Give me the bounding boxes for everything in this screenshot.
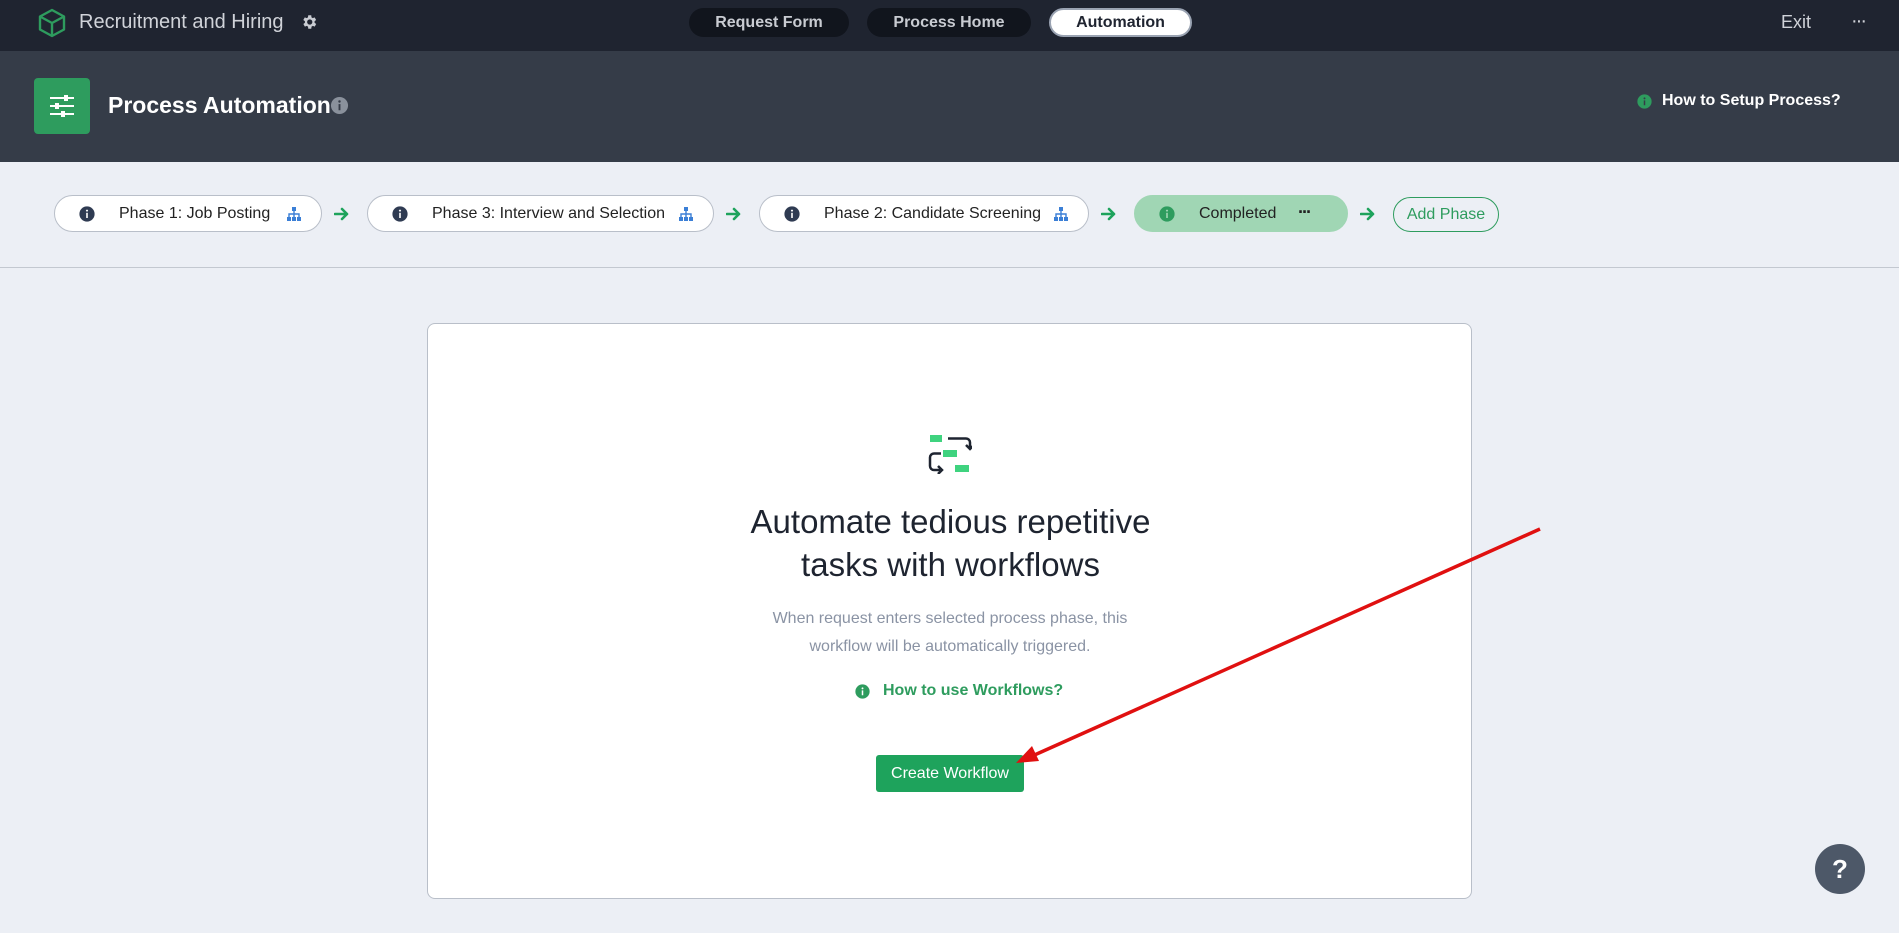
phase-pill-job-posting[interactable]: Phase 1: Job Posting	[54, 195, 322, 232]
info-icon[interactable]	[79, 206, 95, 222]
workflow-help-label: How to use Workflows?	[883, 682, 1064, 699]
sitemap-icon[interactable]	[678, 206, 694, 222]
more-options-icon[interactable]: ···	[1851, 10, 1867, 33]
app-title: Recruitment and Hiring	[79, 11, 284, 33]
arrow-right-icon	[726, 207, 741, 221]
automation-sliders-icon	[34, 78, 90, 134]
info-icon[interactable]	[1159, 206, 1175, 222]
description-line-1: When request enters selected process pha…	[772, 610, 1128, 627]
info-icon	[1637, 93, 1652, 109]
tab-request-form[interactable]: Request Form	[689, 8, 849, 37]
tab-process-home[interactable]: Process Home	[867, 8, 1031, 37]
info-icon	[855, 683, 870, 699]
info-icon[interactable]	[330, 96, 349, 115]
arrow-right-icon	[1101, 207, 1116, 221]
setup-help-label: How to Setup Process?	[1662, 92, 1841, 109]
info-icon[interactable]	[392, 206, 408, 222]
top-bar: Recruitment and Hiring Request Form Proc…	[0, 0, 1899, 51]
headline-line-1: Automate tedious repetitive	[750, 503, 1151, 540]
phase-pill-candidate-screening[interactable]: Phase 2: Candidate Screening	[759, 195, 1089, 232]
phase-pill-completed[interactable]: Completed ···	[1134, 195, 1348, 232]
workflow-description: When request enters selected process pha…	[700, 605, 1200, 661]
cube-logo-icon[interactable]	[37, 8, 67, 38]
add-phase-button[interactable]: Add Phase	[1393, 197, 1499, 232]
gear-icon[interactable]	[300, 13, 318, 31]
create-workflow-button[interactable]: Create Workflow	[876, 755, 1024, 792]
phase-pill-interview-selection[interactable]: Phase 3: Interview and Selection	[367, 195, 714, 232]
workflow-icon	[928, 435, 972, 474]
setup-help-link[interactable]: How to Setup Process?	[1637, 92, 1841, 110]
arrow-right-icon	[1360, 207, 1375, 221]
help-fab-button[interactable]: ?	[1815, 844, 1865, 894]
workflow-help-link[interactable]: How to use Workflows?	[855, 682, 1063, 700]
arrow-right-icon	[334, 207, 349, 221]
exit-link[interactable]: Exit	[1781, 12, 1811, 33]
phase-label: Completed	[1199, 205, 1277, 222]
sitemap-icon[interactable]	[286, 206, 302, 222]
headline-line-2: tasks with workflows	[801, 546, 1100, 583]
ellipsis-icon[interactable]: ···	[1298, 202, 1312, 223]
page-header: Process Automation How to Setup Process?	[0, 51, 1899, 162]
phase-label: Phase 2: Candidate Screening	[824, 205, 1042, 222]
phase-label: Phase 1: Job Posting	[119, 205, 271, 222]
page-title: Process Automation	[108, 92, 331, 118]
tab-automation[interactable]: Automation	[1049, 8, 1192, 37]
description-line-2: workflow will be automatically triggered…	[809, 638, 1091, 655]
info-icon[interactable]	[784, 206, 800, 222]
phase-label: Phase 3: Interview and Selection	[432, 205, 666, 222]
phase-bar: Phase 1: Job Posting Phase 3: Interview …	[0, 162, 1899, 268]
sitemap-icon[interactable]	[1053, 206, 1069, 222]
workflow-empty-state-card: Automate tedious repetitive tasks with w…	[427, 323, 1472, 899]
